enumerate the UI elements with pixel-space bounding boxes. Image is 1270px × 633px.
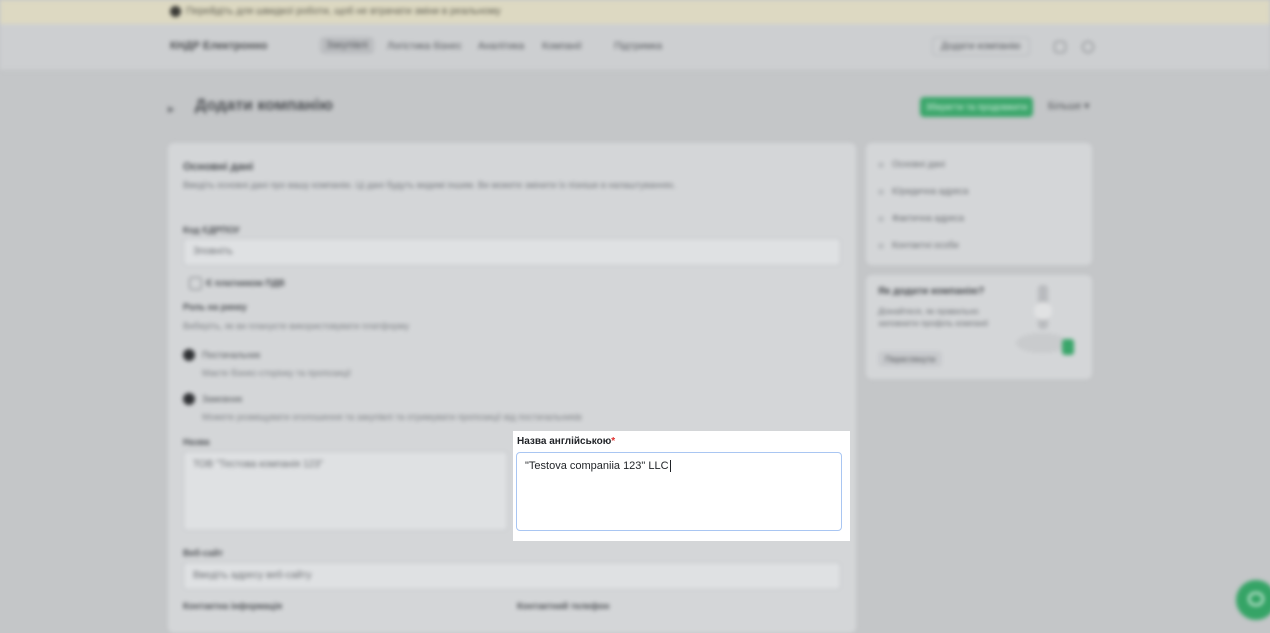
illustration-icon [1016, 285, 1074, 355]
edrpou-label: Код ЄДРПОУ [183, 225, 240, 235]
nav-item-procurement[interactable]: Закупівлі [320, 37, 374, 54]
nav-item-companies[interactable]: Компанії [542, 41, 582, 52]
banner-text: Перейдіть для швидкої роботи, щоб не втр… [186, 6, 501, 17]
page-title: Додати компанію [195, 97, 333, 114]
nav-item-logistics[interactable]: Логістика бізнес [387, 41, 462, 52]
vat-checkbox-label: Є платником ПДВ [206, 278, 285, 288]
role-description: Виберіть, як ви плануєте використовувати… [183, 321, 410, 331]
sidebar-item-basic[interactable]: Основні дані [878, 159, 945, 169]
sidebar-item-actual-address[interactable]: Фактична адреса [878, 213, 964, 223]
top-banner: Перейдіть для швидкої роботи, щоб не втр… [0, 0, 1270, 24]
role-option-supplier: Постачальник [202, 350, 261, 360]
sidebar-item-contacts[interactable]: Контактні особи [878, 240, 959, 250]
more-button[interactable]: Більше ▾ [1048, 101, 1089, 112]
role-option-customer: Замовник [202, 394, 243, 404]
promo-title: Як додати компанію? [878, 286, 985, 297]
promo-text: Дізнайтеся, як правильно заповнити профі… [878, 306, 989, 328]
step-dot-icon [878, 242, 884, 249]
back-arrow-icon[interactable]: ▸ [168, 101, 175, 117]
contact-phone-label: Контактний телефон [517, 601, 610, 611]
section-description: Введіть основні дані про вашу компанію. … [183, 180, 676, 190]
required-mark: * [611, 436, 616, 447]
chat-icon [1248, 592, 1264, 606]
vat-checkbox[interactable] [189, 277, 202, 290]
add-company-nav-button[interactable]: Додати компанію [932, 37, 1030, 56]
step-dot-icon [878, 161, 884, 168]
navbar: КНДР Електронно Закупівлі Логістика бізн… [0, 24, 1270, 71]
chat-button[interactable] [1236, 580, 1270, 620]
step-dot-icon [878, 188, 884, 195]
company-form-card: Основні дані Введіть основні дані про ва… [168, 143, 856, 633]
website-label: Веб-сайт [183, 548, 224, 558]
edrpou-input[interactable]: Зповніть [183, 238, 841, 266]
role-label: Роль на ринку [183, 302, 247, 312]
english-name-textarea[interactable]: "Testova companiia 123" LLC [516, 452, 842, 531]
nav-item-analytics[interactable]: Аналітика [478, 41, 524, 52]
steps-sidebar: Основні дані Юридична адреса Фактична ад… [866, 143, 1092, 265]
step-dot-icon [878, 215, 884, 222]
role-radio-customer[interactable] [183, 393, 195, 405]
logo[interactable]: КНДР Електронно [170, 40, 268, 52]
website-input[interactable]: Введіть адресу веб-сайту [183, 562, 841, 590]
name-textarea[interactable]: ТОВ "Тестова компанія 123" [183, 451, 508, 531]
name-label: Назва [183, 437, 210, 447]
role-option-supplier-desc: Маєте бізнес-сторінку та пропозиції [202, 368, 352, 378]
section-title: Основні дані [183, 161, 254, 173]
notification-icon[interactable] [1082, 41, 1094, 53]
role-option-customer-desc: Можете розміщувати оголошення та закупів… [202, 412, 582, 422]
promo-button[interactable]: Переглянути [878, 351, 943, 367]
english-name-value: "Testova companiia 123" LLC [525, 460, 669, 472]
focused-field-panel: Назва англійською* "Testova companiia 12… [513, 431, 850, 541]
text-caret [669, 460, 671, 473]
english-name-label: Назва англійською* [517, 436, 616, 447]
role-radio-supplier[interactable] [183, 349, 195, 361]
help-promo-card: Як додати компанію? Дізнайтеся, як прави… [866, 275, 1092, 379]
save-continue-button[interactable]: Зберегти та продовжити [920, 97, 1033, 117]
sidebar-item-legal-address[interactable]: Юридична адреса [878, 186, 968, 196]
contact-info-label: Контактна інформація [183, 601, 283, 611]
bookmark-icon[interactable] [1054, 41, 1066, 53]
info-icon [170, 6, 181, 17]
nav-item-support[interactable]: Підтримка [614, 41, 662, 52]
